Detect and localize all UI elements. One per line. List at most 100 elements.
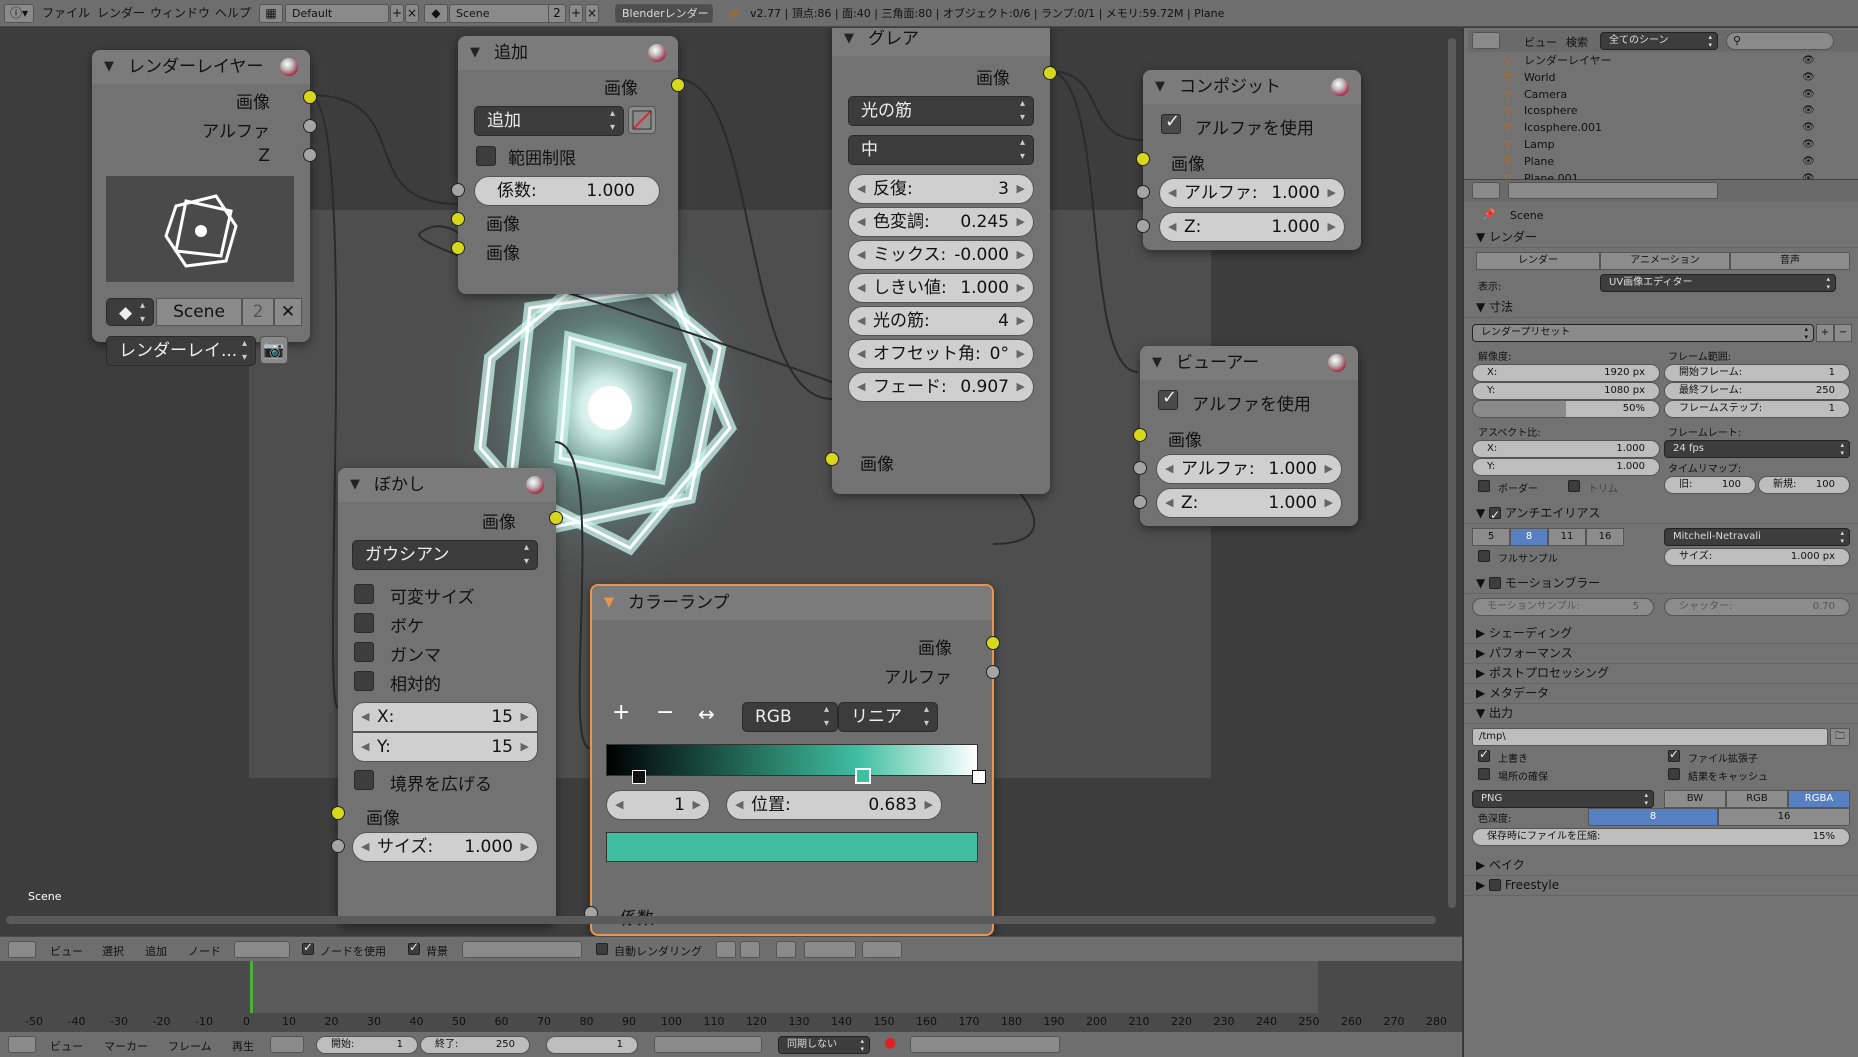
gamma-checkbox[interactable]: [354, 642, 374, 662]
z-field[interactable]: ◀ Z: 1.000 ▶: [1156, 488, 1342, 518]
alpha-field[interactable]: ◀ アルファ: 1.000 ▶: [1156, 454, 1342, 484]
add-stop-button[interactable]: +: [612, 700, 630, 725]
node-preview-sphere-icon[interactable]: [1331, 78, 1349, 96]
aa-samples-11[interactable]: 11: [1548, 528, 1586, 546]
output-socket[interactable]: [986, 665, 1000, 679]
outliner-row[interactable]: ▽ Icosphere.001 👁: [1464, 119, 1858, 136]
aspect-x-field[interactable]: X: 1.000: [1472, 440, 1660, 458]
scene-browse-icon[interactable]: ◆ ▴ ▾: [106, 298, 154, 326]
decrement-arrow-icon[interactable]: ◀: [857, 373, 865, 401]
render-camera-icon[interactable]: 📷: [260, 336, 288, 364]
menu-view[interactable]: ビュー: [50, 1038, 83, 1054]
motion-blur-checkbox[interactable]: [1489, 577, 1502, 589]
aa-filter-size-field[interactable]: サイズ: 1.000 px: [1664, 548, 1850, 566]
input-socket[interactable]: [825, 452, 839, 466]
copy-paste-icons[interactable]: [862, 941, 902, 958]
color-ramp-gradient[interactable]: [606, 744, 978, 776]
glare-field[interactable]: ◀ 光の筋: 4 ▶: [848, 306, 1034, 336]
collapse-triangle-icon[interactable]: ▼: [104, 50, 114, 84]
shading-panel-header[interactable]: ▶ シェーディング: [1464, 622, 1858, 644]
clamp-checkbox[interactable]: [476, 146, 496, 166]
file-extensions-checkbox[interactable]: ✓: [1668, 747, 1680, 762]
glare-field[interactable]: ◀ オフセット角: 0° ▶: [848, 339, 1034, 369]
depth-8-button[interactable]: 8: [1588, 808, 1718, 826]
collapse-triangle-icon[interactable]: ▼: [1155, 70, 1165, 104]
antialiasing-checkbox[interactable]: ✓: [1489, 507, 1502, 522]
size-y-field[interactable]: ◀ Y: 15 ▶: [352, 732, 538, 762]
outliner-row[interactable]: ▽ Lamp 👁: [1464, 136, 1858, 153]
glare-field[interactable]: ◀ フェード: 0.907 ▶: [848, 372, 1034, 402]
output-socket[interactable]: [549, 511, 563, 525]
variable-size-checkbox[interactable]: [354, 584, 374, 604]
node-preview-sphere-icon[interactable]: [1328, 354, 1346, 372]
folder-browse-icon[interactable]: 🗀: [1830, 728, 1850, 746]
menu-playback[interactable]: 再生: [232, 1038, 254, 1054]
menu-file[interactable]: ファイル: [42, 0, 90, 27]
increment-arrow-icon[interactable]: ▶: [1017, 274, 1025, 302]
use-nodes-checkbox[interactable]: ✓: [302, 940, 314, 955]
composite-node[interactable]: ▼ コンポジット ✓ アルファを使用 画像 ◀ アルファ: 1.000 ▶ ◀ Z: 1.0…: [1136, 70, 1361, 250]
interpolation-select[interactable]: リニア ▴ ▾: [838, 702, 938, 732]
ramp-stop-handle-active[interactable]: [855, 768, 871, 784]
resolution-x-field[interactable]: X: 1920 px: [1472, 364, 1660, 382]
pin-icon[interactable]: 📌: [1482, 208, 1496, 221]
cache-result-checkbox[interactable]: [1668, 768, 1680, 780]
menu-view[interactable]: ビュー: [50, 943, 83, 959]
motion-samples-field[interactable]: モーションサンプル: 5: [1472, 598, 1654, 616]
backdrop-checkbox[interactable]: ✓: [408, 940, 420, 955]
node-preview-sphere-icon[interactable]: [526, 476, 544, 494]
input-socket[interactable]: [451, 212, 465, 226]
decrement-arrow-icon[interactable]: ◀: [857, 208, 865, 236]
output-socket[interactable]: [303, 119, 317, 133]
properties-editor-icon[interactable]: [1472, 182, 1500, 199]
color-ramp-node[interactable]: ▼ カラーランプ 画像 アルファ + − ↔ RGB ▴ ▾ リニア ▴ ▾ ◀ 1 ▶ ◀ 位…: [584, 584, 1000, 936]
use-alpha-checkbox[interactable]: ✓: [1161, 111, 1181, 134]
render-preset-select[interactable]: レンダープリセット ▴ ▾: [1472, 324, 1814, 342]
node-preview-sphere-icon[interactable]: [280, 58, 298, 76]
glare-field[interactable]: ◀ 色変調: 0.245 ▶: [848, 207, 1034, 237]
remove-preset-button[interactable]: −: [1834, 324, 1852, 342]
auto-render-checkbox[interactable]: [596, 943, 608, 955]
post-processing-panel-header[interactable]: ▶ ポストプロセッシング: [1464, 662, 1858, 684]
alpha-field[interactable]: ◀ アルファ: 1.000 ▶: [1159, 178, 1345, 208]
audio-button[interactable]: 音声: [1730, 252, 1850, 270]
menu-view[interactable]: ビュー: [1524, 34, 1557, 50]
collapse-triangle-icon[interactable]: ▼: [350, 468, 360, 502]
flip-ramp-button[interactable]: ↔: [698, 702, 715, 726]
outliner-row[interactable]: ▽ Plane 👁: [1464, 153, 1858, 170]
search-icon[interactable]: ⚲: [1726, 32, 1834, 50]
increment-arrow-icon[interactable]: ▶: [1017, 340, 1025, 368]
collapse-triangle-icon[interactable]: ▼: [844, 28, 854, 56]
ramp-stop-handle[interactable]: [632, 770, 646, 784]
menu-search[interactable]: 検索: [1566, 34, 1588, 50]
remap-new-field[interactable]: 新規: 100: [1758, 476, 1850, 494]
visibility-eye-icon[interactable]: 👁: [1802, 69, 1815, 86]
node-editor[interactable]: ▼ レンダーレイヤー 画像 アルファ Z ◆ ▴ ▾ Scene 2 ✕ レンダーレイ…: [0, 28, 1462, 936]
outliner-row[interactable]: ▽ レンダーレイヤー 👁: [1464, 52, 1858, 69]
full-sample-checkbox[interactable]: [1478, 550, 1490, 562]
frame-step-field[interactable]: フレームステップ: 1: [1664, 400, 1850, 418]
framerate-select[interactable]: 24 fps ▴ ▾: [1664, 440, 1850, 458]
filter-type-select[interactable]: ガウシアン ▴ ▾: [352, 540, 538, 570]
scene-icon[interactable]: ◆: [424, 4, 448, 23]
freestyle-checkbox[interactable]: [1489, 879, 1502, 891]
freestyle-panel-header[interactable]: ▶ Freestyle: [1464, 874, 1858, 896]
color-mode-select[interactable]: RGB ▴ ▾: [742, 702, 838, 732]
crop-checkbox[interactable]: [1568, 480, 1580, 492]
display-mode-select[interactable]: 全てのシーン ▴ ▾: [1600, 32, 1718, 50]
record-icon[interactable]: ●: [884, 1035, 896, 1051]
output-socket[interactable]: [671, 78, 685, 92]
dimensions-panel-header[interactable]: ▼ 寸法: [1464, 296, 1858, 318]
aa-samples-16[interactable]: 16: [1586, 528, 1624, 546]
menu-window[interactable]: ウィンドウ: [150, 0, 210, 27]
output-socket[interactable]: [303, 148, 317, 162]
color-rgb-button[interactable]: RGB: [1726, 790, 1788, 808]
context-tabs[interactable]: [1508, 182, 1718, 199]
input-socket[interactable]: [1136, 185, 1150, 199]
remap-old-field[interactable]: 旧: 100: [1664, 476, 1756, 494]
collapse-triangle-icon[interactable]: ▼: [470, 36, 480, 70]
render-panel-header[interactable]: ▼ レンダー: [1464, 226, 1858, 248]
outliner-editor-icon[interactable]: [1472, 32, 1500, 49]
use-alpha-checkbox[interactable]: ✓: [1158, 387, 1178, 410]
visibility-eye-icon[interactable]: 👁: [1802, 86, 1815, 103]
